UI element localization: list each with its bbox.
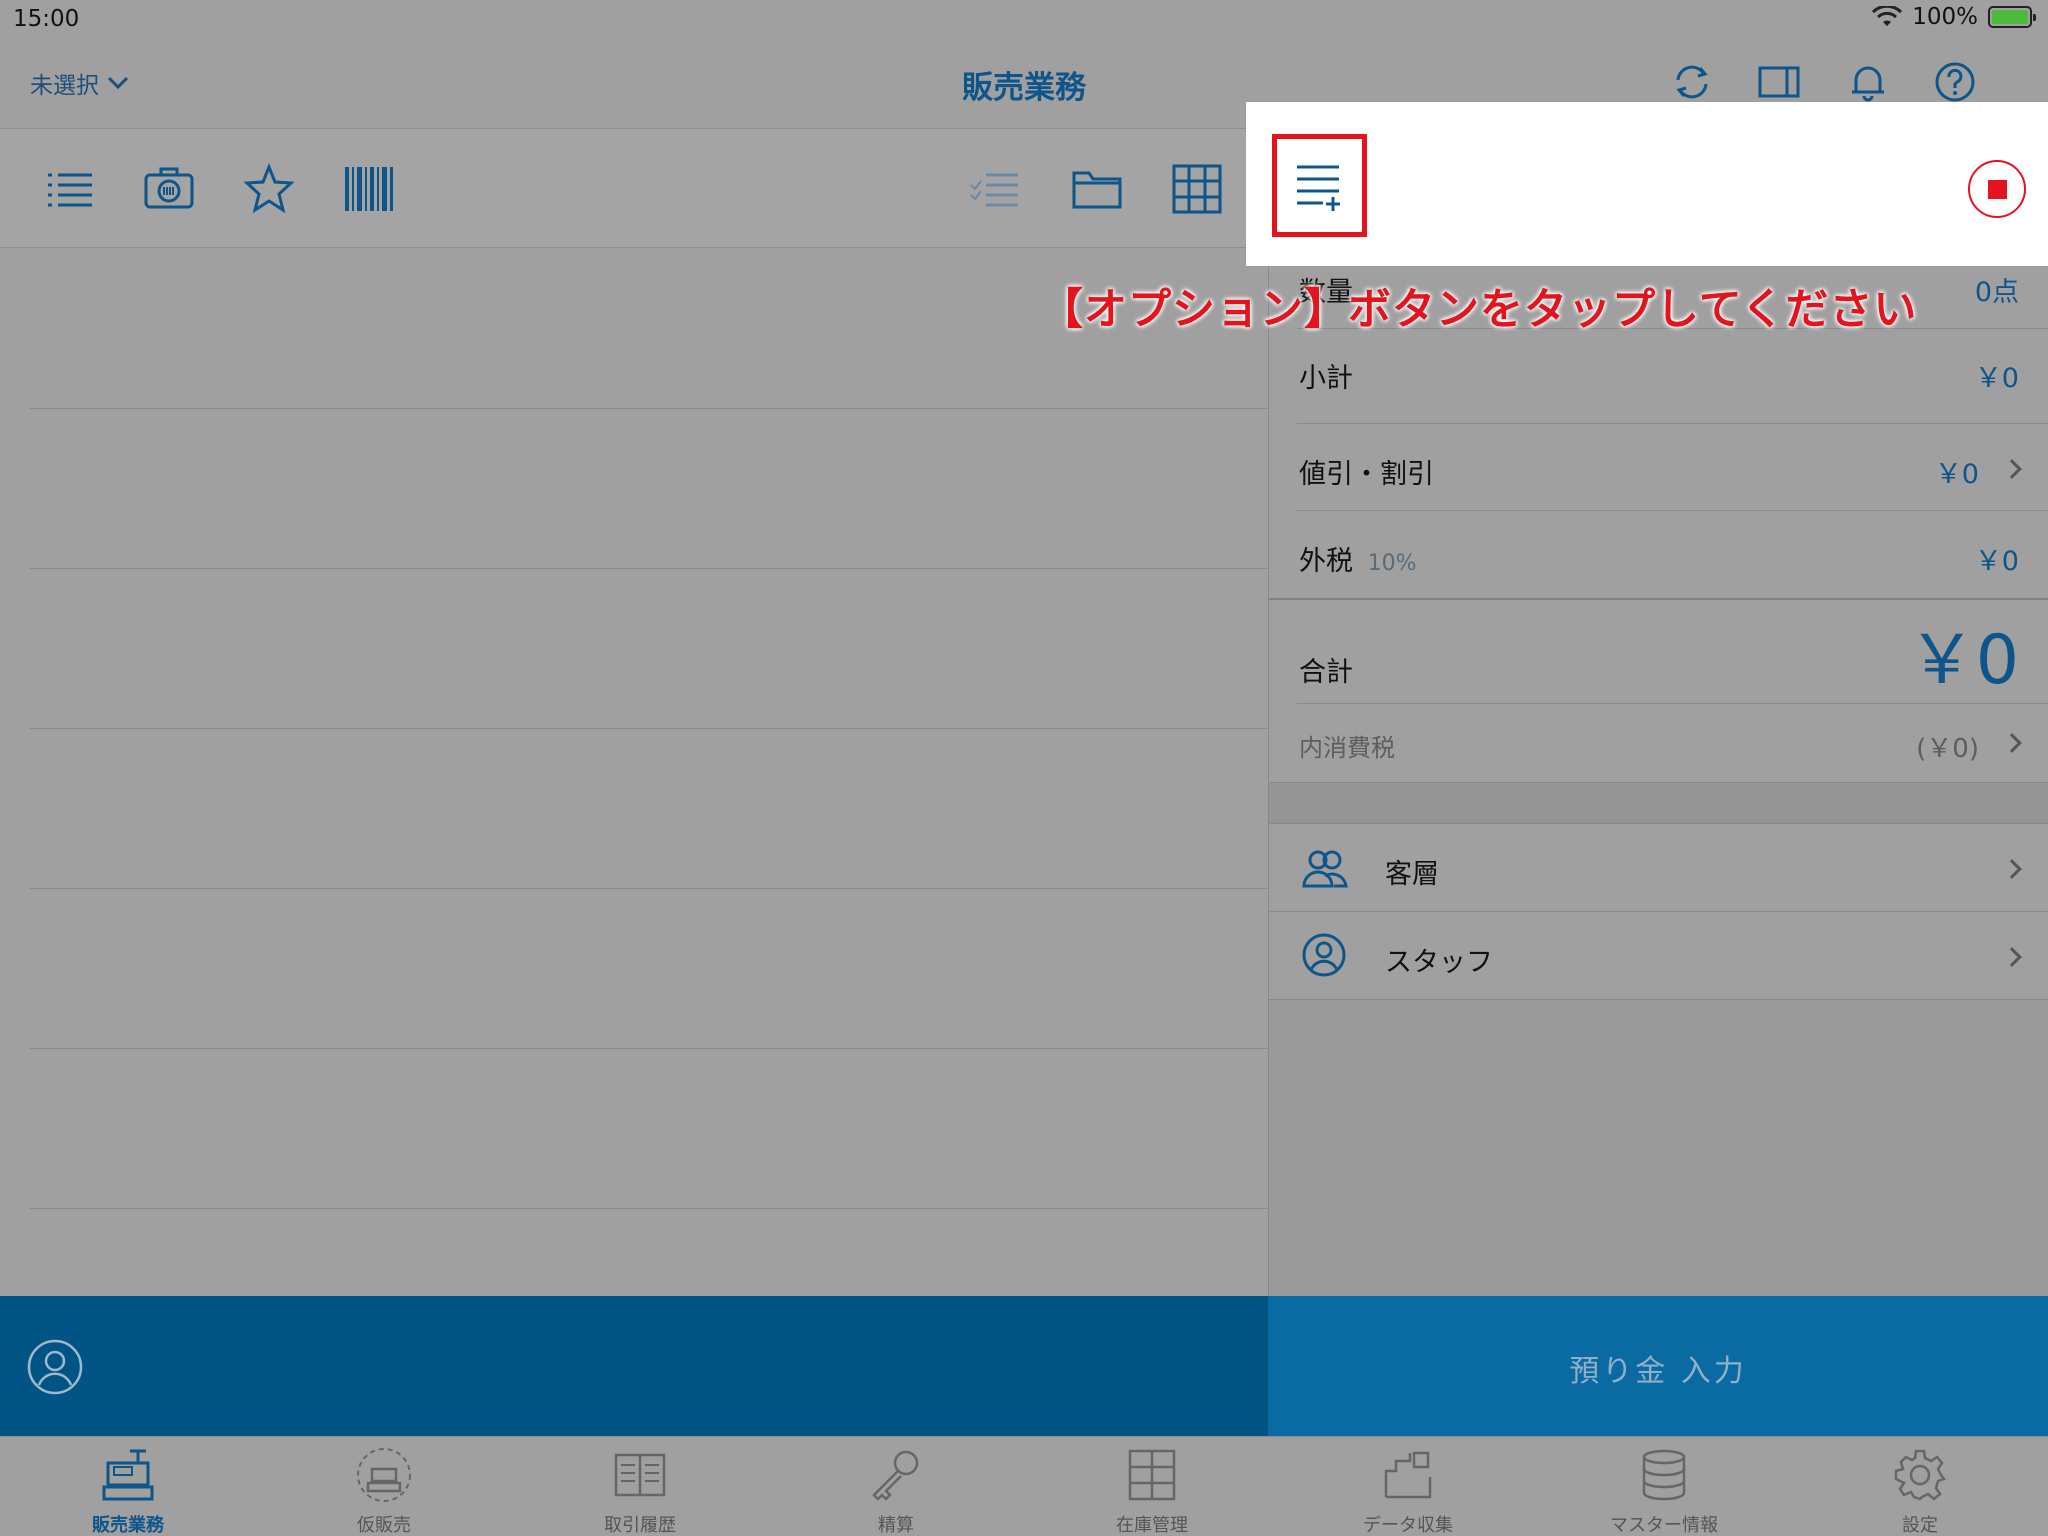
tab-label: 在庫管理 [1116, 1515, 1188, 1536]
product-toolbar [0, 128, 1268, 248]
status-time: 15:00 [13, 6, 80, 32]
customer-bar [0, 1296, 1268, 1436]
wifi-icon [1872, 6, 1903, 26]
discount-label: 値引・割引 [1299, 459, 1434, 490]
list-divider [30, 408, 1268, 409]
list-divider [30, 888, 1268, 889]
temp-sale-icon [357, 1448, 411, 1502]
tax-rate: 10% [1367, 551, 1417, 576]
discount-row[interactable]: 値引・割引 ￥0 [1269, 424, 2048, 511]
help-icon[interactable] [1933, 60, 1977, 104]
checklist-icon[interactable] [968, 163, 1020, 215]
tab-data-collection[interactable]: データ収集 [1280, 1437, 1536, 1536]
tab-label: 仮販売 [357, 1515, 411, 1536]
chevron-right-icon [2002, 947, 2022, 967]
tax-row: 外税 10% ￥0 [1269, 511, 2048, 598]
quantity-value: 0点 [1974, 277, 2019, 308]
split-view-icon[interactable] [1757, 60, 1801, 104]
history-book-icon [614, 1453, 666, 1497]
tab-temp-sale[interactable]: 仮販売 [256, 1437, 512, 1536]
battery-percent: 100% [1912, 4, 1978, 30]
gear-icon [1894, 1449, 1947, 1501]
total-value: ￥0 [1907, 621, 2019, 700]
tab-inventory[interactable]: 在庫管理 [1024, 1437, 1280, 1536]
item-list[interactable] [30, 248, 1268, 1296]
staff-label: スタッフ [1385, 947, 1493, 978]
data-collect-icon [1384, 1451, 1432, 1499]
tab-settings[interactable]: 設定 [1792, 1437, 2048, 1536]
page-title: 販売業務 [962, 70, 1086, 106]
tab-sales[interactable]: 販売業務 [0, 1437, 256, 1536]
list-divider [30, 1048, 1268, 1049]
user-avatar-icon[interactable] [26, 1338, 84, 1396]
tab-history[interactable]: 取引履歴 [512, 1437, 768, 1536]
chevron-right-icon [2002, 459, 2022, 479]
stop-button[interactable] [1968, 160, 2026, 218]
deposit-input-button[interactable]: 預り金 入力 [1268, 1296, 2048, 1436]
total-label: 合計 [1299, 657, 1353, 688]
tab-label: 取引履歴 [604, 1515, 676, 1536]
subtotal-value: ￥0 [1974, 363, 2019, 394]
barcode-icon[interactable] [343, 163, 395, 215]
grid-icon[interactable] [1171, 163, 1223, 215]
camera-icon[interactable] [143, 163, 195, 215]
list-icon[interactable] [44, 163, 96, 215]
tax-label: 外税 [1299, 546, 1353, 577]
chevron-right-icon [2002, 859, 2022, 879]
tax-value: ￥0 [1974, 546, 2019, 577]
tab-settlement[interactable]: 精算 [768, 1437, 1024, 1536]
bell-icon[interactable] [1846, 60, 1890, 104]
tab-bar: 販売業務 仮販売 取引履歴 精算 在庫管理 データ収集 マスター情報 設定 [0, 1436, 2048, 1536]
status-indicators: 100% [1872, 4, 2036, 30]
customer-label: 客層 [1385, 859, 1439, 890]
subtotal-row: 小計 ￥0 [1269, 328, 2048, 415]
tab-label: 設定 [1902, 1515, 1938, 1536]
tab-master-info[interactable]: マスター情報 [1536, 1437, 1792, 1536]
total-row: 合計 ￥0 [1269, 600, 2048, 700]
customer-row[interactable]: 客層 [1269, 824, 2048, 911]
stop-icon [1988, 180, 2007, 199]
tab-label: 精算 [878, 1515, 914, 1536]
subtotal-label: 小計 [1299, 363, 1353, 394]
cabinet-icon [1128, 1449, 1176, 1501]
option-button[interactable] [1272, 134, 1367, 237]
deposit-label: 預り金 入力 [1569, 1354, 1747, 1389]
sync-icon[interactable] [1670, 60, 1714, 104]
star-icon[interactable] [243, 163, 295, 215]
folder-icon[interactable] [1071, 163, 1123, 215]
database-icon [1642, 1449, 1686, 1501]
internal-tax-row[interactable]: 内消費税 (￥0) [1269, 704, 2048, 782]
tab-label: マスター情報 [1610, 1515, 1718, 1536]
list-divider [30, 728, 1268, 729]
list-add-icon [1297, 165, 1340, 211]
battery-icon [1988, 6, 2036, 28]
internal-tax-label: 内消費税 [1299, 734, 1395, 762]
staff-icon [1302, 933, 1346, 977]
customers-icon [1302, 850, 1348, 888]
list-divider [30, 1208, 1268, 1209]
summary-panel: 数量 0点 小計 ￥0 値引・割引 ￥0 外税 10% ￥0 合計 ￥0 内消費… [1268, 248, 2048, 1296]
chevron-right-icon [2002, 733, 2022, 753]
register-icon [102, 1449, 154, 1501]
instruction-annotation: 【オプション】ボタンをタップしてください [1040, 285, 1918, 335]
list-divider [30, 568, 1268, 569]
internal-tax-value: (￥0) [1916, 734, 1979, 764]
staff-row[interactable]: スタッフ [1269, 912, 2048, 999]
tab-label: データ収集 [1363, 1515, 1453, 1536]
discount-value: ￥0 [1934, 459, 1979, 490]
tab-label: 販売業務 [92, 1515, 164, 1536]
key-icon [872, 1450, 919, 1501]
